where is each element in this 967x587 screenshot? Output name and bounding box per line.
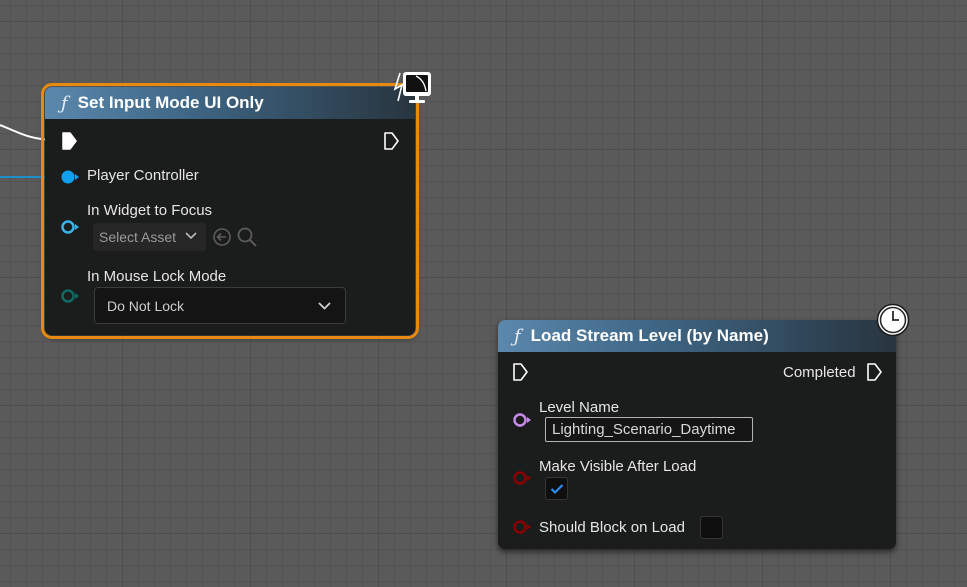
level-name-value: Lighting_Scenario_Daytime — [552, 421, 736, 438]
widget-to-focus-label: In Widget to Focus — [87, 202, 213, 219]
select-asset-dropdown[interactable]: Select Asset — [93, 223, 206, 251]
checkmark-icon — [550, 484, 564, 495]
select-asset-text: Select Asset — [99, 229, 177, 245]
exec-out-pin[interactable] — [383, 132, 399, 150]
chevron-down-icon — [185, 232, 197, 240]
mouse-lock-mode-pin[interactable] — [60, 288, 80, 304]
node-header[interactable]: ƒ Load Stream Level (by Name) — [498, 320, 896, 352]
mouse-lock-mode-value: Do Not Lock — [107, 297, 185, 314]
node-title: Load Stream Level (by Name) — [530, 326, 769, 345]
function-icon: ƒ — [61, 92, 68, 114]
level-name-pin[interactable] — [512, 412, 532, 428]
node-header[interactable]: ƒ Set Input Mode UI Only — [45, 87, 415, 119]
should-block-checkbox[interactable] — [700, 516, 723, 539]
chevron-down-icon — [318, 301, 331, 310]
clock-icon — [876, 303, 910, 337]
load-stream-level-node[interactable]: ƒ Load Stream Level (by Name) Completed … — [498, 320, 896, 549]
monitor-icon — [393, 72, 431, 103]
level-name-input[interactable]: Lighting_Scenario_Daytime — [545, 417, 753, 442]
use-selected-asset-icon[interactable] — [212, 227, 232, 247]
make-visible-checkbox[interactable] — [545, 477, 568, 500]
exec-in-pin[interactable] — [512, 363, 528, 381]
mouse-lock-mode-dropdown[interactable]: Do Not Lock — [94, 287, 346, 324]
level-name-label: Level Name — [539, 399, 620, 416]
set-input-mode-ui-only-node[interactable]: ƒ Set Input Mode UI Only Player Controll… — [41, 83, 419, 339]
make-visible-pin[interactable] — [512, 470, 532, 486]
function-icon: ƒ — [514, 325, 521, 347]
mouse-lock-mode-label: In Mouse Lock Mode — [87, 268, 227, 285]
player-controller-pin[interactable] — [60, 169, 80, 185]
should-block-label: Should Block on Load — [539, 519, 685, 536]
browse-asset-search-icon[interactable] — [236, 226, 258, 248]
player-controller-label: Player Controller — [87, 167, 199, 184]
node-title: Set Input Mode UI Only — [77, 93, 264, 112]
widget-to-focus-pin[interactable] — [60, 219, 80, 235]
exec-in-pin[interactable] — [61, 132, 77, 150]
completed-exec-out-pin[interactable] — [866, 363, 882, 381]
make-visible-label: Make Visible After Load — [539, 458, 697, 475]
completed-label: Completed — [783, 364, 856, 381]
should-block-pin[interactable] — [512, 519, 532, 535]
